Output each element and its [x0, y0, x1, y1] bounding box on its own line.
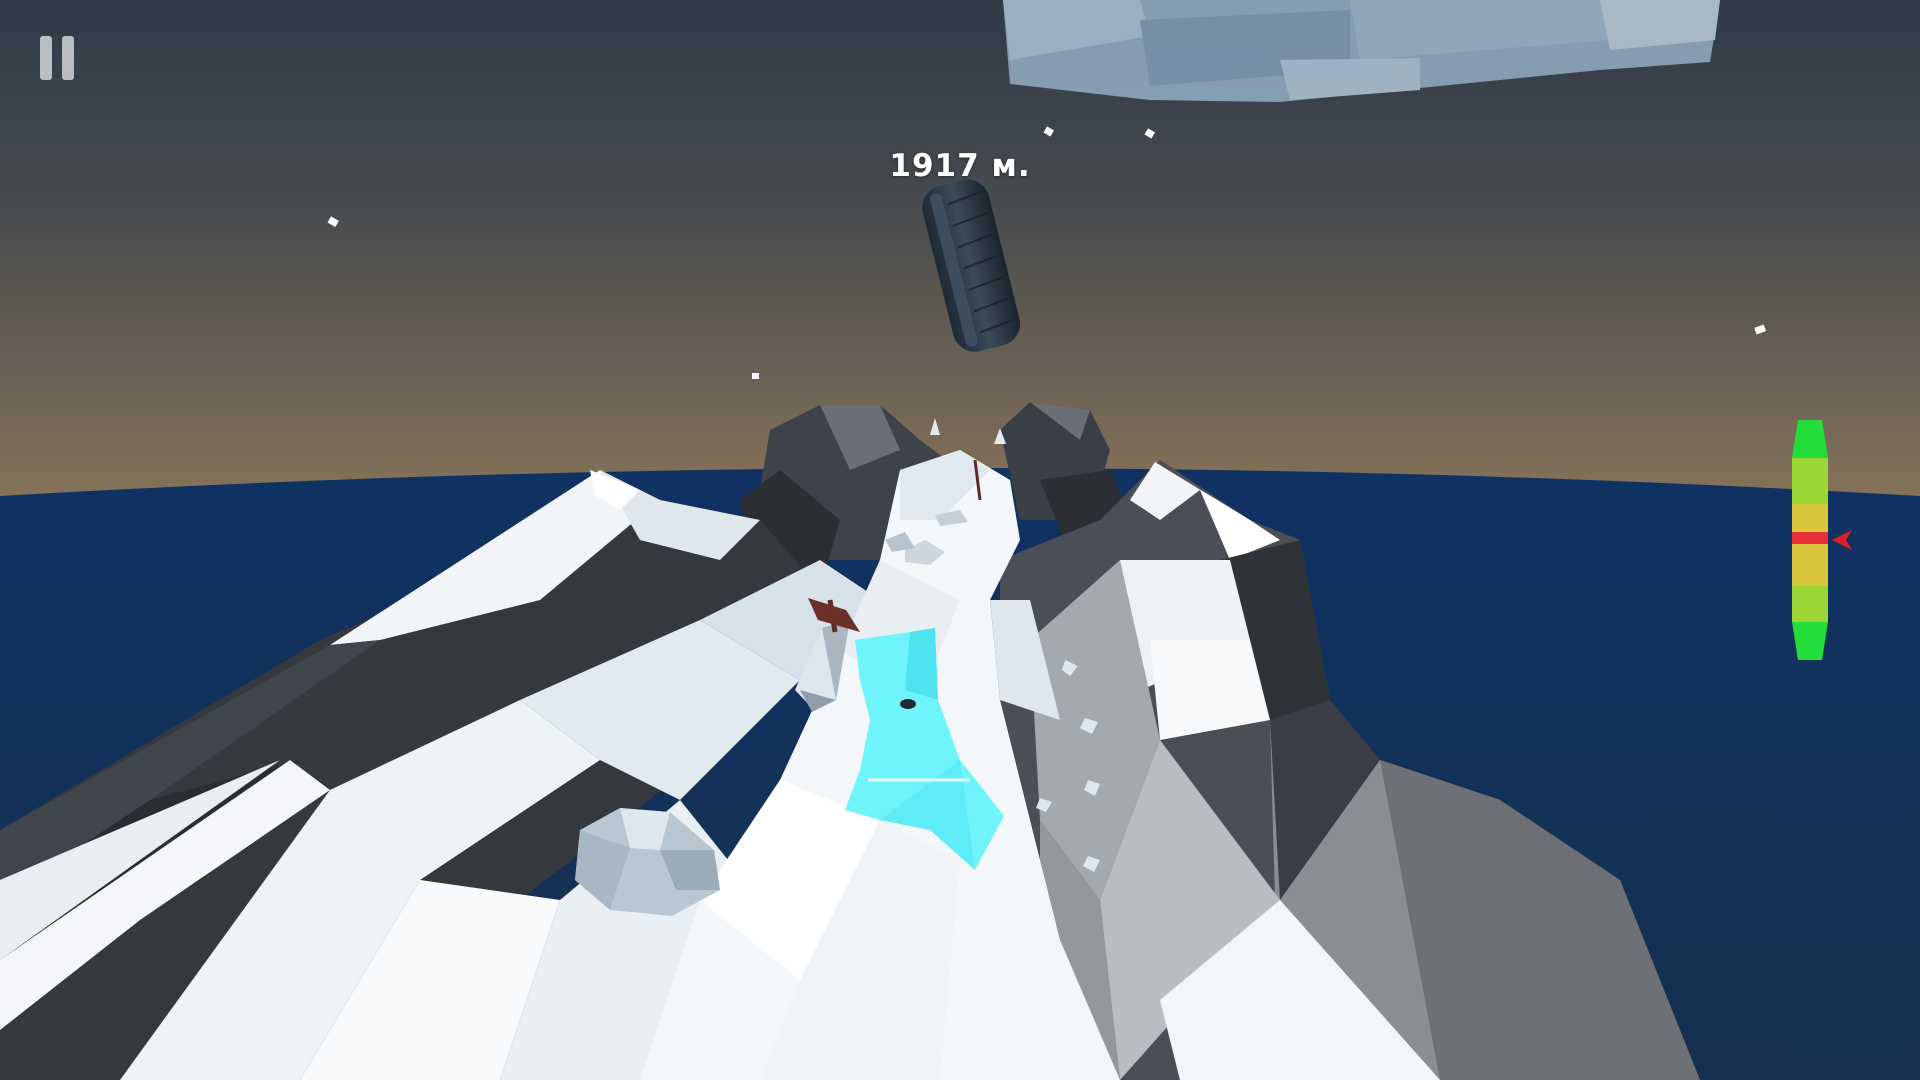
balance-meter-bottom-safe: [1792, 622, 1828, 660]
arrow-left-icon: [1832, 530, 1852, 550]
balance-meter: [1792, 420, 1852, 660]
balance-meter-danger: [1792, 532, 1828, 544]
distance-counter: 1917 м.: [889, 148, 1031, 184]
balance-meter-caution-lower: [1792, 550, 1828, 586]
balance-meter-top-safe: [1792, 420, 1828, 458]
pause-icon: [40, 36, 52, 80]
game-screen[interactable]: 1917 м.: [0, 0, 1920, 1080]
balance-meter-upper-mid: [1792, 458, 1828, 504]
pause-button[interactable]: [38, 36, 78, 82]
balance-meter-lower-mid: [1792, 586, 1828, 622]
pause-icon-bar: [62, 36, 74, 80]
